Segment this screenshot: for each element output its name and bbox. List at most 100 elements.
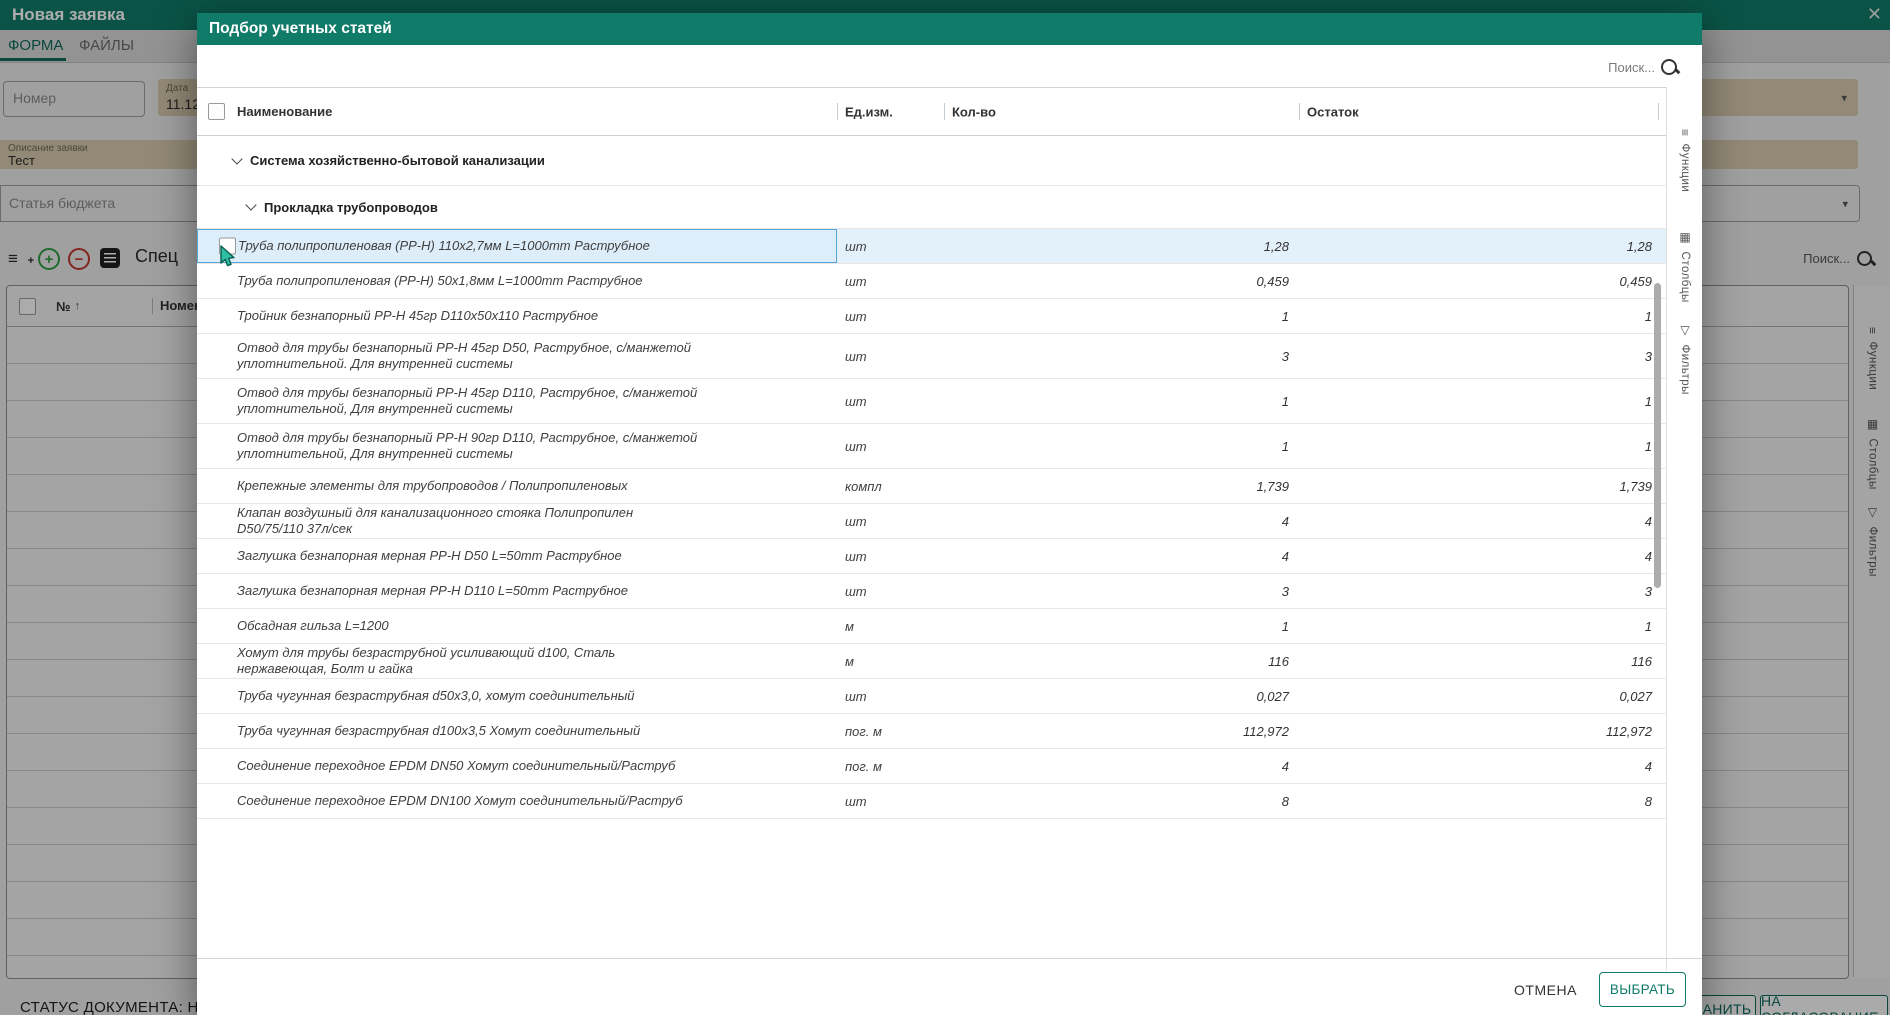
table-header-row: Наименование Ед.изм. Кол-во Остаток	[197, 87, 1666, 136]
item-unit-cell: шт	[845, 393, 867, 409]
modal-table-body: Система хозяйственно-бытовой канализации…	[197, 136, 1666, 819]
group-row[interactable]: Система хозяйственно-бытовой канализации	[197, 136, 1666, 186]
selection-modal: Подбор учетных статей Поиск... Наименова…	[197, 13, 1702, 1015]
select-all-checkbox[interactable]	[208, 103, 225, 120]
item-qty-cell: 8	[1281, 793, 1289, 809]
item-rest-cell: 1	[1644, 438, 1652, 454]
item-rest-cell: 1,739	[1619, 478, 1652, 494]
column-qty[interactable]: Кол-во	[952, 104, 996, 119]
item-qty-cell: 1,28	[1263, 238, 1289, 254]
side-tab-functions[interactable]: ≡Функции	[1678, 129, 1692, 192]
item-unit-cell: м	[845, 653, 854, 669]
column-divider	[1299, 103, 1300, 120]
item-qty-cell: 1,739	[1256, 478, 1289, 494]
table-row[interactable]: Соединение переходное EPDM DN50 Хомут со…	[197, 749, 1666, 784]
item-qty-cell: 4	[1281, 513, 1289, 529]
table-row[interactable]: Заглушка безнапорная мерная PP-H D50 L=5…	[197, 539, 1666, 574]
item-qty-cell: 1	[1281, 438, 1289, 454]
item-rest-cell: 1,28	[1626, 238, 1652, 254]
item-name-cell: Заглушка безнапорная мерная PP-H D110 L=…	[237, 583, 629, 599]
item-rest-cell: 1	[1644, 308, 1652, 324]
search-icon[interactable]	[1661, 59, 1677, 75]
table-row[interactable]: Клапан воздушный для канализационного ст…	[197, 504, 1666, 539]
table-row[interactable]: Отвод для трубы безнапорный PP-H 90гр D1…	[197, 424, 1666, 469]
item-name-cell: Крепежные элементы для трубопроводов / П…	[237, 478, 628, 494]
item-name-cell: Труба чугунная безраструбная d100х3,5 Хо…	[237, 723, 641, 739]
item-rest-cell: 4	[1644, 548, 1652, 564]
item-name-cell: Обсадная гильза L=1200	[237, 618, 389, 634]
item-unit-cell: м	[845, 618, 854, 634]
item-name-cell: Заглушка безнапорная мерная PP-H D50 L=5…	[237, 548, 622, 564]
item-unit-cell: шт	[845, 583, 867, 599]
modal-search[interactable]: Поиск...	[1608, 59, 1677, 75]
chevron-down-icon[interactable]	[245, 199, 257, 211]
item-name-cell: Отвод для трубы безнапорный PP-H 45гр D1…	[237, 385, 698, 416]
group-row[interactable]: Прокладка трубопроводов	[197, 186, 1666, 229]
item-unit-cell: шт	[845, 438, 867, 454]
table-row[interactable]: Тройник безнапорный PP-H 45гр D110х50х11…	[197, 299, 1666, 334]
item-qty-cell: 4	[1281, 548, 1289, 564]
item-rest-cell: 8	[1644, 793, 1652, 809]
item-unit-cell: пог. м	[845, 758, 882, 774]
table-row[interactable]: Отвод для трубы безнапорный PP-H 45гр D1…	[197, 379, 1666, 424]
item-unit-cell: компл	[845, 478, 882, 494]
table-row[interactable]: Труба полипропиленовая (PP-H) 50х1,8мм L…	[197, 264, 1666, 299]
item-name-cell: Соединение переходное EPDM DN50 Хомут со…	[237, 758, 676, 774]
column-divider	[1658, 103, 1659, 120]
item-unit-cell: шт	[845, 238, 867, 254]
table-row[interactable]: Крепежные элементы для трубопроводов / П…	[197, 469, 1666, 504]
modal-footer: ОТМЕНА ВЫБРАТЬ	[197, 958, 1702, 1015]
group-name: Прокладка трубопроводов	[264, 199, 438, 215]
application-window: Новая заявка ✕ ФОРМА ФАЙЛЫ Номер Дата 11…	[0, 0, 1890, 1015]
cursor-pointer-icon	[220, 245, 235, 267]
item-qty-cell: 1	[1281, 308, 1289, 324]
table-row[interactable]: Труба чугунная безраструбная d50х3,0, хо…	[197, 679, 1666, 714]
item-qty-cell: 4	[1281, 758, 1289, 774]
filters-icon: ▽	[1678, 323, 1692, 338]
item-name-cell: Тройник безнапорный PP-H 45гр D110х50х11…	[237, 308, 599, 324]
cancel-button[interactable]: ОТМЕНА	[1514, 982, 1577, 998]
column-divider	[944, 103, 945, 120]
vertical-scrollbar[interactable]	[1654, 283, 1661, 588]
item-name-cell: Соединение переходное EPDM DN100 Хомут с…	[237, 793, 683, 809]
item-name-cell: Клапан воздушный для канализационного ст…	[237, 505, 634, 536]
group-name: Система хозяйственно-бытовой канализации	[250, 153, 545, 168]
column-unit[interactable]: Ед.изм.	[845, 104, 893, 119]
item-qty-cell: 1	[1281, 393, 1289, 409]
item-unit-cell: шт	[845, 273, 867, 289]
side-tab-filters[interactable]: ▽Фильтры	[1678, 323, 1692, 395]
table-row[interactable]: Соединение переходное EPDM DN100 Хомут с…	[197, 784, 1666, 819]
modal-titlebar: Подбор учетных статей	[197, 13, 1702, 45]
item-rest-cell: 4	[1644, 513, 1652, 529]
table-row[interactable]: Заглушка безнапорная мерная PP-H D110 L=…	[197, 574, 1666, 609]
column-divider	[837, 103, 838, 120]
item-rest-cell: 4	[1644, 758, 1652, 774]
table-row[interactable]: Отвод для трубы безнапорный PP-H 45гр D5…	[197, 334, 1666, 379]
item-name-cell: Труба полипропиленовая (PP-H) 50х1,8мм L…	[237, 273, 643, 289]
item-rest-cell: 0,027	[1619, 688, 1652, 704]
select-button[interactable]: ВЫБРАТЬ	[1598, 972, 1686, 1007]
item-unit-cell: шт	[845, 308, 867, 324]
item-name-cell: Отвод для трубы безнапорный PP-H 45гр D5…	[237, 340, 692, 371]
item-qty-cell: 116	[1268, 653, 1289, 669]
item-rest-cell: 1	[1644, 618, 1652, 634]
search-placeholder: Поиск...	[1608, 59, 1655, 75]
table-row[interactable]: Труба полипропиленовая (PP-H) 110х2,7мм …	[197, 229, 1666, 264]
table-row[interactable]: Хомут для трубы безраструбной усиливающи…	[197, 644, 1666, 679]
item-rest-cell: 112,972	[1605, 723, 1652, 739]
item-qty-cell: 3	[1281, 348, 1289, 364]
item-rest-cell: 1	[1644, 393, 1652, 409]
side-panel: ≡Функции ▦Столбцы ▽Фильтры	[1666, 87, 1703, 971]
item-name-cell: Труба полипропиленовая (PP-H) 110х2,7мм …	[197, 229, 837, 263]
item-unit-cell: шт	[845, 513, 867, 529]
column-rest[interactable]: Остаток	[1307, 104, 1359, 119]
item-qty-cell: 3	[1281, 583, 1289, 599]
chevron-down-icon[interactable]	[231, 152, 243, 165]
item-name-cell: Хомут для трубы безраструбной усиливающи…	[237, 645, 616, 676]
column-name[interactable]: Наименование	[237, 104, 332, 119]
item-unit-cell: шт	[845, 348, 867, 364]
table-row[interactable]: Труба чугунная безраструбная d100х3,5 Хо…	[197, 714, 1666, 749]
side-tab-columns[interactable]: ▦Столбцы	[1678, 230, 1692, 303]
table-row[interactable]: Обсадная гильза L=1200 м 1 1	[197, 609, 1666, 644]
item-rest-cell: 3	[1644, 583, 1652, 599]
